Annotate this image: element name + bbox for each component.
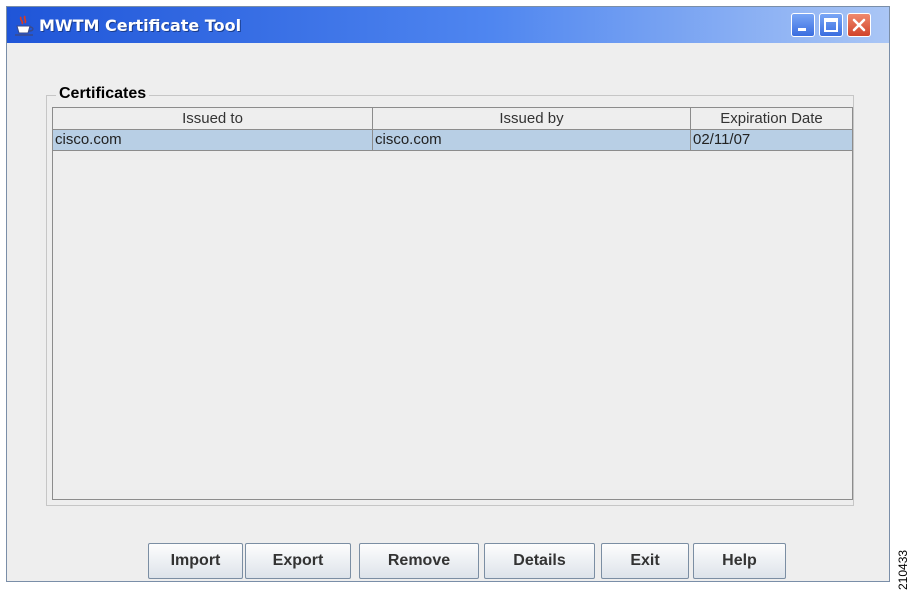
column-header-issued-to[interactable]: Issued to <box>53 108 373 130</box>
table-header: Issued to Issued by Expiration Date <box>53 108 852 130</box>
details-button[interactable]: Details <box>484 543 595 579</box>
import-button[interactable]: Import <box>148 543 243 579</box>
maximize-icon <box>824 18 838 32</box>
help-button[interactable]: Help <box>693 543 786 579</box>
cell-issued-to: cisco.com <box>53 130 373 150</box>
java-cup-icon <box>15 15 34 36</box>
certificate-tool-window: MWTM Certificate Tool Certificates Issue… <box>6 6 890 582</box>
window-title: MWTM Certificate Tool <box>39 16 242 35</box>
figure-id-label: 210433 <box>896 549 907 590</box>
export-button[interactable]: Export <box>245 543 351 579</box>
exit-button[interactable]: Exit <box>601 543 689 579</box>
minimize-button[interactable] <box>791 13 815 37</box>
close-icon <box>852 18 866 32</box>
certificates-group-label: Certificates <box>56 85 150 103</box>
remove-button[interactable]: Remove <box>359 543 479 579</box>
column-header-expiration-date[interactable]: Expiration Date <box>691 108 852 130</box>
cell-issued-by: cisco.com <box>373 130 691 150</box>
cell-expiration-date: 02/11/07 <box>691 130 852 150</box>
maximize-button[interactable] <box>819 13 843 37</box>
column-header-issued-by[interactable]: Issued by <box>373 108 691 130</box>
title-bar[interactable]: MWTM Certificate Tool <box>7 7 889 43</box>
certificates-table[interactable]: Issued to Issued by Expiration Date cisc… <box>52 107 853 500</box>
table-row[interactable]: cisco.com cisco.com 02/11/07 <box>53 130 852 151</box>
close-button[interactable] <box>847 13 871 37</box>
minimize-icon <box>798 28 806 31</box>
